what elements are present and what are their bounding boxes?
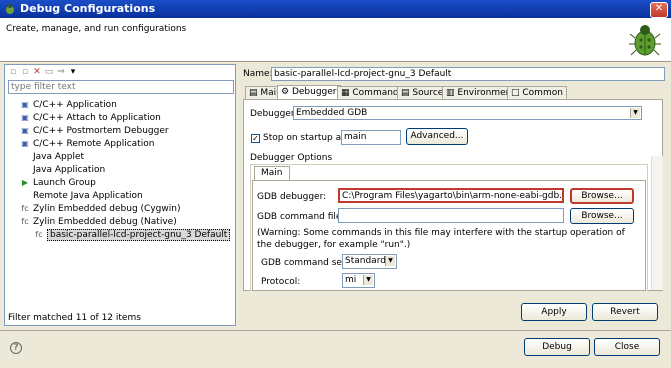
tab-common-label: Common [522, 88, 563, 98]
vertical-scrollbar[interactable] [651, 156, 663, 290]
tree-item[interactable]: ▣ C/C++ Remote Application [20, 138, 154, 150]
dialog-subtitle: Create, manage, and run configurations [6, 24, 187, 34]
debug-icon [6, 4, 14, 14]
debugger-select-value: Embedded GDB [296, 108, 368, 118]
protocol-select[interactable]: mi ▼ [342, 273, 375, 288]
gdb-debugger-browse-button[interactable]: Browse... [570, 188, 634, 204]
tree-item[interactable]: Java Applet [20, 151, 84, 163]
tab-debugger-label: Debugger [291, 87, 337, 97]
tree-item-label: Java Applet [33, 152, 85, 162]
tab-debugger[interactable]: ⚙ Debugger [277, 85, 341, 100]
protocol-value: mi [345, 275, 357, 285]
dialog-header: Create, manage, and run configurations [0, 18, 671, 62]
stop-on-startup-checkbox[interactable]: ✓ [251, 134, 260, 143]
tree-item[interactable]: ▣ C/C++ Attach to Application [20, 112, 161, 124]
zylin-native-icon: fc [21, 217, 29, 226]
tree-item-label: Remote Java Application [33, 191, 143, 201]
name-label: Name: [243, 69, 273, 79]
debugger-options-title: Debugger Options [250, 153, 333, 163]
stop-on-startup-input[interactable]: main [341, 130, 401, 145]
advanced-button[interactable]: Advanced... [406, 128, 468, 145]
debugger-select[interactable]: Embedded GDB ▼ [293, 106, 642, 120]
tree-item[interactable]: Java Application [20, 164, 105, 176]
gdb-command-file-input[interactable] [338, 208, 564, 223]
close-window-button[interactable]: ✕ [650, 2, 668, 18]
debugger-tab-panel: Debugger: Embedded GDB ▼ ✓ Stop on start… [243, 99, 663, 291]
filter-input[interactable]: type filter text [8, 80, 234, 94]
debugger-tab-icon: ⚙ [281, 87, 290, 97]
protocol-label: Protocol: [261, 277, 301, 287]
tab-commands-label: Commands [352, 88, 404, 98]
duplicate-icon[interactable]: ▫ [20, 67, 30, 77]
tab-common[interactable]: □ Common [507, 86, 567, 100]
gdb-command-set-select[interactable]: Standard ▼ [342, 254, 397, 269]
new-config-icon[interactable]: ▫ [8, 67, 18, 77]
zylin-cygwin-icon: fc [21, 204, 29, 213]
main-tab-icon: ▤ [249, 88, 258, 98]
inner-tab-main[interactable]: Main [254, 166, 290, 181]
gdb-command-set-label: GDB command set: [261, 258, 349, 268]
config-icon: fc [35, 230, 43, 239]
tree-item-label: Java Application [33, 165, 106, 175]
filter-icon[interactable]: ⇒ [56, 67, 66, 77]
c-remote-icon: ▣ [21, 139, 29, 148]
tree-item-label: C/C++ Remote Application [33, 139, 155, 149]
gdb-command-file-label: GDB command file: [257, 212, 345, 222]
dropdown-arrow-icon[interactable]: ▾ [68, 67, 78, 77]
delete-icon[interactable]: ✕ [32, 67, 42, 77]
collapse-icon[interactable]: ▭ [44, 67, 54, 77]
tree-item[interactable]: ▶ Launch Group [20, 177, 96, 189]
launch-group-icon: ▶ [21, 178, 29, 187]
tab-source-label: Source [412, 88, 444, 98]
filter-placeholder: type filter text [11, 82, 76, 92]
command-file-warning: (Warning: Some commands in this file may… [257, 228, 625, 250]
tree-item-label: Zylin Embedded debug (Native) [33, 217, 177, 227]
tree-item-label: C/C++ Attach to Application [33, 113, 161, 123]
tree-item[interactable]: ▣ C/C++ Application [20, 99, 117, 111]
tree-item-label: C/C++ Postmortem Debugger [33, 126, 169, 136]
tab-row: ▤ Main ⚙ Debugger ▦ Commands ▤ Source ▥ … [243, 85, 663, 100]
check-icon: ✓ [252, 134, 259, 143]
footer-divider [0, 330, 671, 331]
chevron-down-icon: ▼ [630, 108, 640, 118]
debugger-label: Debugger: [250, 109, 298, 119]
close-button[interactable]: Close [594, 338, 660, 356]
tree-item[interactable]: fc Zylin Embedded debug (Native) [20, 216, 177, 228]
chevron-down-icon: ▼ [363, 275, 373, 285]
tree-item-label: Zylin Embedded debug (Cygwin) [33, 204, 181, 214]
c-attach-icon: ▣ [21, 113, 29, 122]
tree-item-label: C/C++ Application [33, 100, 117, 110]
source-tab-icon: ▤ [401, 88, 410, 98]
inner-tab-main-label: Main [261, 168, 283, 178]
tree-item-selected-config[interactable]: fc basic-parallel-lcd-project-gnu_3 Defau… [34, 229, 231, 241]
common-tab-icon: □ [511, 88, 520, 98]
tree-item-label: basic-parallel-lcd-project-gnu_3 Default [47, 229, 231, 241]
bug-icon [629, 25, 661, 56]
revert-button[interactable]: Revert [592, 303, 658, 321]
debug-button[interactable]: Debug [524, 338, 590, 356]
gdb-command-file-browse-button[interactable]: Browse... [570, 208, 634, 224]
filter-status: Filter matched 11 of 12 items [8, 313, 141, 323]
close-icon: ✕ [654, 3, 664, 14]
help-icon[interactable]: ? [10, 342, 22, 354]
tree-item[interactable]: ▣ C/C++ Postmortem Debugger [20, 125, 169, 137]
c-app-icon: ▣ [21, 100, 29, 109]
tab-source[interactable]: ▤ Source [397, 86, 448, 100]
stop-on-startup-label: Stop on startup at: [263, 133, 348, 143]
title-bar: Debug Configurations ✕ [0, 0, 671, 18]
chevron-down-icon: ▼ [385, 256, 395, 266]
tree-toolbar: ▫ ▫ ✕ ▭ ⇒ ▾ [8, 66, 80, 80]
tree-item[interactable]: Remote Java Application [20, 190, 143, 202]
name-input[interactable]: basic-parallel-lcd-project-gnu_3 Default [271, 67, 665, 81]
gdb-command-set-value: Standard [345, 256, 386, 266]
tree-item-label: Launch Group [33, 178, 96, 188]
tree-item[interactable]: fc Zylin Embedded debug (Cygwin) [20, 203, 180, 215]
c-postmortem-icon: ▣ [21, 126, 29, 135]
window-title: Debug Configurations [20, 2, 156, 15]
gdb-debugger-input[interactable]: C:\Program Files\yagarto\bin\arm-none-ea… [338, 188, 564, 203]
gdb-debugger-label: GDB debugger: [257, 192, 327, 202]
environment-tab-icon: ▥ [446, 88, 455, 98]
commands-tab-icon: ▦ [341, 88, 350, 98]
apply-button[interactable]: Apply [521, 303, 587, 321]
